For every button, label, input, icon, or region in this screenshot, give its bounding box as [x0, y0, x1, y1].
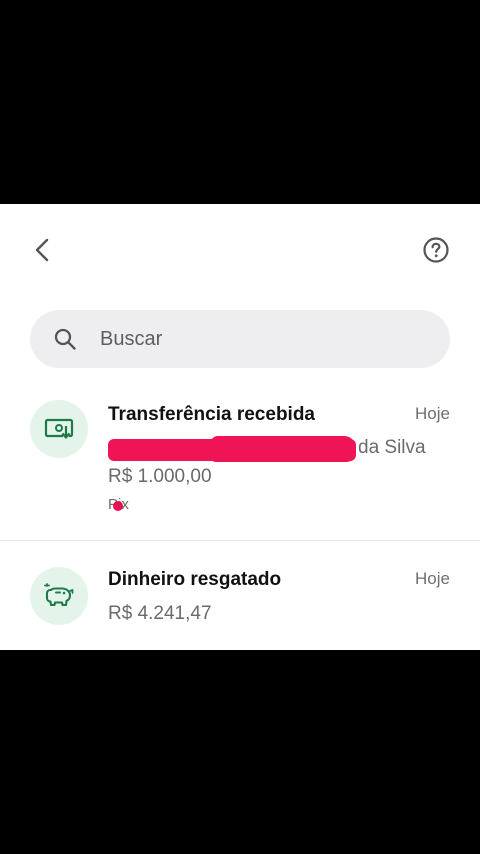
transaction-title: Transferência recebida	[108, 404, 315, 425]
redaction-dot	[113, 501, 123, 511]
transaction-amount: R$ 4.241,47	[108, 603, 212, 624]
search-icon	[52, 326, 78, 352]
transaction-item[interactable]: Dinheiro resgatado Hoje R$ 4.241,47	[0, 542, 480, 650]
search-bar[interactable]	[30, 310, 450, 368]
transaction-avatar	[30, 567, 88, 625]
transaction-method: Pix	[108, 496, 129, 513]
transaction-counterparty: da Silva	[108, 436, 438, 462]
back-button[interactable]	[26, 232, 58, 268]
transactions-screen: Transferência recebida Hoje da Silva R$ …	[0, 204, 480, 650]
chevron-left-icon	[35, 238, 49, 262]
transaction-amount: R$ 1.000,00	[108, 466, 212, 487]
redaction-mark	[210, 436, 356, 462]
money-receive-icon	[44, 418, 74, 440]
divider	[0, 540, 480, 541]
help-circle-icon	[423, 237, 449, 263]
help-button[interactable]	[420, 234, 452, 266]
transaction-date: Hoje	[415, 569, 450, 588]
counterparty-surname: da Silva	[358, 437, 426, 458]
transaction-title: Dinheiro resgatado	[108, 569, 282, 590]
transaction-item[interactable]: Transferência recebida Hoje da Silva R$ …	[0, 400, 480, 540]
piggy-bank-icon	[44, 583, 74, 607]
transaction-avatar	[30, 400, 88, 458]
search-input[interactable]	[98, 326, 402, 352]
transaction-date: Hoje	[415, 404, 450, 423]
